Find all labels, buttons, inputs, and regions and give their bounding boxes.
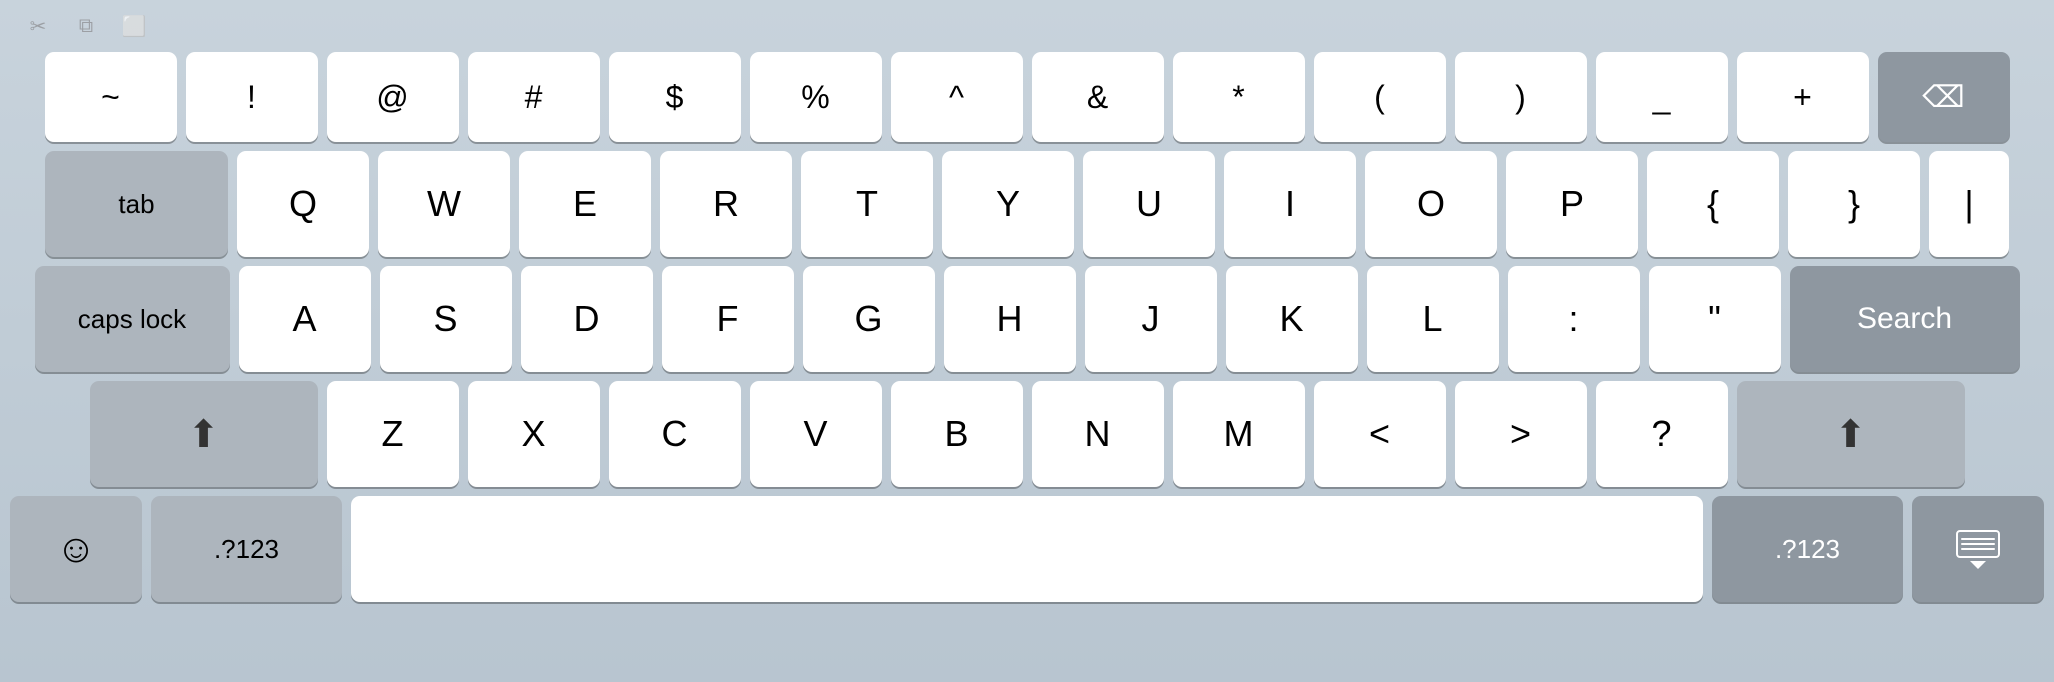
asdf-row: caps lock A S D F G H J K L : " Search xyxy=(10,266,2044,372)
key-at[interactable]: @ xyxy=(327,52,459,142)
key-question[interactable]: ? xyxy=(1596,381,1728,487)
key-exclaim[interactable]: ! xyxy=(186,52,318,142)
key-hash[interactable]: # xyxy=(468,52,600,142)
key-ampersand[interactable]: & xyxy=(1032,52,1164,142)
toolbar: ✂ ⧉ ⬜ xyxy=(10,8,2044,52)
key-tilde[interactable]: ~ xyxy=(45,52,177,142)
search-key[interactable]: Search xyxy=(1790,266,2020,372)
shift-right-key[interactable]: ⬆ xyxy=(1737,381,1965,487)
key-pipe[interactable]: | xyxy=(1929,151,2009,257)
key-r[interactable]: R xyxy=(660,151,792,257)
backspace-key[interactable]: ⌫ xyxy=(1878,52,2010,142)
key-lparen[interactable]: ( xyxy=(1314,52,1446,142)
key-dollar[interactable]: $ xyxy=(609,52,741,142)
key-e[interactable]: E xyxy=(519,151,651,257)
qwerty-row: tab Q W E R T Y U I O P { } | xyxy=(10,151,2044,257)
dismiss-keyboard-icon xyxy=(1956,530,2000,569)
shift-left-key[interactable]: ⬆ xyxy=(90,381,318,487)
key-g[interactable]: G xyxy=(803,266,935,372)
zxcv-row: ⬆ Z X C V B N M < > ? ⬆ xyxy=(10,381,2044,487)
key-u[interactable]: U xyxy=(1083,151,1215,257)
key-colon[interactable]: : xyxy=(1508,266,1640,372)
key-x[interactable]: X xyxy=(468,381,600,487)
key-lbrace[interactable]: { xyxy=(1647,151,1779,257)
key-l[interactable]: L xyxy=(1367,266,1499,372)
shift-left-icon: ⬆ xyxy=(188,412,220,457)
key-q[interactable]: Q xyxy=(237,151,369,257)
key-j[interactable]: J xyxy=(1085,266,1217,372)
key-k[interactable]: K xyxy=(1226,266,1358,372)
key-c[interactable]: C xyxy=(609,381,741,487)
shift-right-icon: ⬆ xyxy=(1835,412,1867,457)
key-y[interactable]: Y xyxy=(942,151,1074,257)
key-asterisk[interactable]: * xyxy=(1173,52,1305,142)
key-f[interactable]: F xyxy=(662,266,794,372)
key-a[interactable]: A xyxy=(239,266,371,372)
key-h[interactable]: H xyxy=(944,266,1076,372)
num-key-right[interactable]: .?123 xyxy=(1712,496,1903,602)
copy-icon[interactable]: ⧉ xyxy=(68,8,104,44)
bottom-row: ☺ .?123 .?123 xyxy=(10,496,2044,602)
paste-icon[interactable]: ⬜ xyxy=(116,8,152,44)
key-quote[interactable]: " xyxy=(1649,266,1781,372)
key-v[interactable]: V xyxy=(750,381,882,487)
key-s[interactable]: S xyxy=(380,266,512,372)
key-m[interactable]: M xyxy=(1173,381,1305,487)
caps-lock-key[interactable]: caps lock xyxy=(35,266,230,372)
key-z[interactable]: Z xyxy=(327,381,459,487)
key-t[interactable]: T xyxy=(801,151,933,257)
key-d[interactable]: D xyxy=(521,266,653,372)
dismiss-keyboard-key[interactable] xyxy=(1912,496,2044,602)
key-plus[interactable]: + xyxy=(1737,52,1869,142)
emoji-key[interactable]: ☺ xyxy=(10,496,142,602)
key-o[interactable]: O xyxy=(1365,151,1497,257)
num-key-left[interactable]: .?123 xyxy=(151,496,342,602)
key-n[interactable]: N xyxy=(1032,381,1164,487)
keyboard: ~ ! @ # $ % ^ & * ( ) _ + ⌫ tab Q W E R … xyxy=(10,52,2044,602)
key-rbrace[interactable]: } xyxy=(1788,151,1920,257)
symbols-row: ~ ! @ # $ % ^ & * ( ) _ + ⌫ xyxy=(10,52,2044,142)
key-w[interactable]: W xyxy=(378,151,510,257)
key-percent[interactable]: % xyxy=(750,52,882,142)
key-i[interactable]: I xyxy=(1224,151,1356,257)
key-rparen[interactable]: ) xyxy=(1455,52,1587,142)
key-p[interactable]: P xyxy=(1506,151,1638,257)
tab-key[interactable]: tab xyxy=(45,151,228,257)
space-key[interactable] xyxy=(351,496,1703,602)
key-underscore[interactable]: _ xyxy=(1596,52,1728,142)
cut-icon[interactable]: ✂ xyxy=(20,8,56,44)
key-b[interactable]: B xyxy=(891,381,1023,487)
key-caret[interactable]: ^ xyxy=(891,52,1023,142)
key-gt[interactable]: > xyxy=(1455,381,1587,487)
key-lt[interactable]: < xyxy=(1314,381,1446,487)
